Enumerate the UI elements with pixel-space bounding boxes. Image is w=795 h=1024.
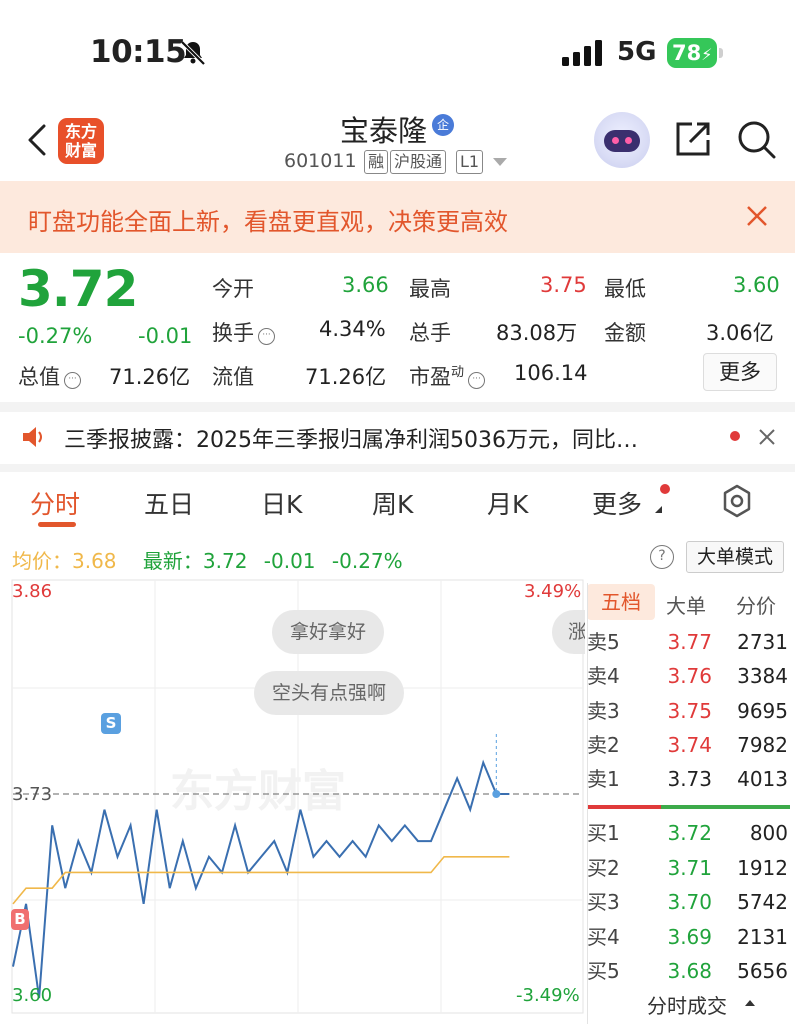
bid-row: 买1 3.72 800 bbox=[587, 821, 788, 845]
new-dot bbox=[660, 484, 670, 494]
watermark: 东方财富 bbox=[170, 766, 346, 817]
signal-icon bbox=[562, 40, 602, 66]
battery-indicator: 78⚡ bbox=[667, 38, 723, 70]
chart-ref-price: 3.73 bbox=[12, 784, 53, 805]
chart-top-price: 3.86 bbox=[12, 581, 53, 602]
chart-legend: 均价：3.68 最新：3.72 -0.01 -0.27% bbox=[12, 549, 403, 573]
battery-level: 78 bbox=[672, 41, 702, 65]
announcement-text[interactable]: 三季报披露：2025年三季报归属净利润5036万元，同比… bbox=[64, 422, 638, 454]
open-value: 3.66 bbox=[342, 273, 389, 297]
change-percent: -0.27% bbox=[18, 324, 93, 348]
ask-row: 卖4 3.76 3384 bbox=[587, 664, 788, 688]
big-order-mode-button[interactable]: 大单模式 bbox=[686, 541, 784, 573]
volume-value: 83.08万 bbox=[496, 321, 578, 345]
ask-row: 卖1 3.73 4013 bbox=[587, 767, 788, 791]
network-type: 5G bbox=[617, 37, 657, 67]
tab-intraday[interactable]: 分时 bbox=[30, 485, 80, 521]
low-label: 最低 bbox=[604, 277, 646, 301]
tab-five-level[interactable]: 五档 bbox=[587, 584, 655, 620]
comment-bubble[interactable]: 拿好拿好 bbox=[272, 610, 385, 654]
dropdown-corner-icon bbox=[655, 506, 662, 513]
back-arrow-icon[interactable] bbox=[22, 120, 52, 160]
bid-row: 买2 3.71 1912 bbox=[587, 856, 788, 880]
open-label: 今开 bbox=[212, 277, 254, 301]
info-icon[interactable]: ··· bbox=[64, 372, 81, 389]
bid-row: 买5 3.68 5656 bbox=[587, 959, 788, 983]
ask-ratio-bar bbox=[587, 805, 661, 809]
high-value: 3.75 bbox=[540, 273, 587, 297]
tab-big-order[interactable]: 大单 bbox=[666, 590, 706, 619]
total-cap-label[interactable]: 总值 ··· bbox=[18, 361, 81, 391]
turnover-label[interactable]: 换手 ··· bbox=[212, 317, 275, 347]
section-divider bbox=[0, 464, 795, 472]
panel-divider bbox=[587, 583, 588, 1024]
amount-value: 3.06亿 bbox=[706, 321, 774, 345]
share-icon[interactable] bbox=[672, 118, 714, 160]
chart-bottom-pct: -3.49% bbox=[516, 985, 580, 1006]
pe-value: 106.14 bbox=[514, 361, 588, 385]
more-button[interactable]: 更多 bbox=[703, 353, 777, 391]
high-label: 最高 bbox=[409, 277, 451, 301]
info-icon[interactable]: ··· bbox=[468, 372, 486, 389]
status-time: 10:15 bbox=[90, 34, 187, 70]
chart-top-pct: 3.49% bbox=[524, 581, 582, 602]
comment-bubble[interactable]: 空头有点强啊 bbox=[254, 671, 405, 715]
bid-ratio-bar bbox=[661, 805, 790, 809]
chart-bottom-price: 3.60 bbox=[12, 985, 53, 1006]
close-icon[interactable] bbox=[745, 204, 769, 228]
stock-name: 宝泰隆 bbox=[340, 114, 428, 148]
bell-muted-icon bbox=[180, 40, 206, 66]
tab-weekly-k[interactable]: 周K bbox=[372, 485, 413, 521]
tab-five-day[interactable]: 五日 bbox=[144, 485, 194, 521]
tab-more[interactable]: 更多 bbox=[592, 485, 642, 521]
turnover-value: 4.34% bbox=[319, 317, 386, 341]
unread-dot bbox=[730, 431, 740, 441]
active-tab-indicator bbox=[38, 522, 76, 527]
float-cap-label: 流值 bbox=[212, 365, 254, 389]
buy-marker[interactable]: B bbox=[11, 909, 29, 930]
total-cap-value: 71.26亿 bbox=[109, 365, 191, 389]
chevron-up-icon[interactable] bbox=[745, 1000, 755, 1006]
tag-margin: 融 bbox=[364, 150, 389, 174]
tick-trades-toggle[interactable]: 分时成交 bbox=[647, 990, 727, 1019]
bid-row: 买3 3.70 5742 bbox=[587, 890, 788, 914]
current-price: 3.72 bbox=[18, 260, 138, 318]
volume-label: 总手 bbox=[409, 321, 451, 345]
close-icon[interactable] bbox=[758, 428, 776, 446]
bid-row: 买4 3.69 2131 bbox=[587, 925, 788, 949]
change-amount: -0.01 bbox=[138, 324, 193, 348]
info-icon[interactable]: ··· bbox=[258, 328, 275, 345]
tag-stock-connect: 沪股通 bbox=[390, 150, 447, 174]
tab-daily-k[interactable]: 日K bbox=[261, 485, 302, 521]
enterprise-badge: 企 bbox=[432, 114, 454, 136]
amount-label: 金额 bbox=[604, 321, 646, 345]
tag-level: L1 bbox=[456, 150, 484, 174]
speaker-icon bbox=[23, 427, 42, 447]
tab-monthly-k[interactable]: 月K bbox=[487, 485, 528, 521]
low-value: 3.60 bbox=[733, 273, 780, 297]
gear-icon[interactable] bbox=[720, 484, 754, 518]
ask-row: 卖3 3.75 9695 bbox=[587, 699, 788, 723]
ask-row: 卖2 3.74 7982 bbox=[587, 733, 788, 757]
search-icon[interactable] bbox=[735, 118, 777, 160]
sell-marker[interactable]: S bbox=[101, 713, 121, 734]
float-cap-value: 71.26亿 bbox=[305, 365, 387, 389]
ai-assistant-avatar[interactable] bbox=[594, 112, 650, 168]
tab-price-distribution[interactable]: 分价 bbox=[736, 590, 776, 619]
stock-code: 601011 bbox=[284, 150, 357, 172]
section-divider bbox=[0, 402, 795, 412]
help-icon[interactable]: ? bbox=[650, 545, 674, 569]
chevron-down-icon[interactable] bbox=[493, 158, 507, 166]
pe-label[interactable]: 市盈动 ··· bbox=[409, 361, 486, 391]
promo-banner-text: 盯盘功能全面上新，看盘更直观，决策更高效 bbox=[28, 208, 508, 236]
ask-row: 卖5 3.77 2731 bbox=[587, 630, 788, 654]
eastmoney-logo[interactable]: 东方 财富 bbox=[58, 118, 104, 164]
